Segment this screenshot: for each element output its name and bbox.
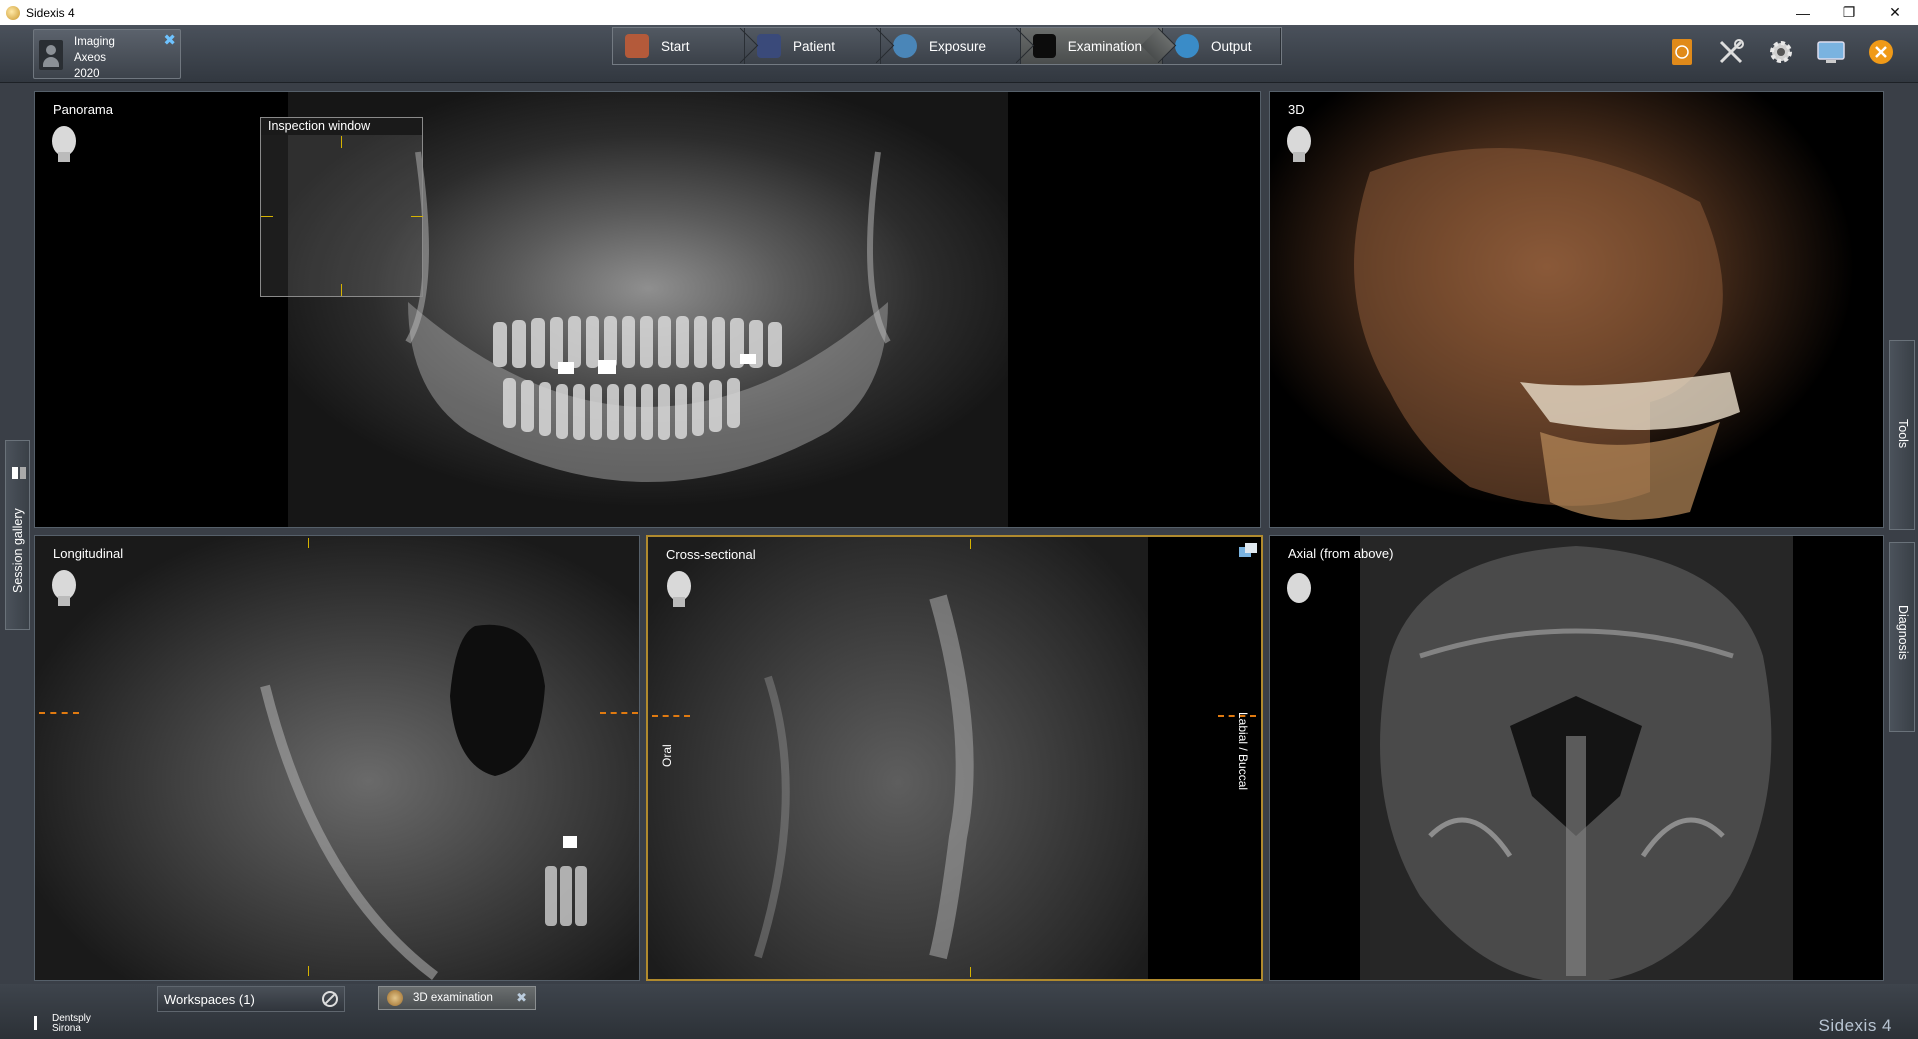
3d-examination-tab[interactable]: 3D examination ✖ xyxy=(378,986,536,1010)
longitudinal-label: Longitudinal xyxy=(53,546,124,561)
nav-step-examination[interactable]: Examination xyxy=(1021,28,1163,64)
house-icon xyxy=(625,34,649,58)
axial-image xyxy=(1360,536,1793,980)
inspection-window[interactable]: Inspection window xyxy=(260,117,423,297)
panorama-label: Panorama xyxy=(53,102,113,117)
workspace: Panorama Inspection window 3D Longitudin… xyxy=(30,88,1886,982)
brand-name: Dentsply Sirona xyxy=(52,1013,91,1034)
monitor-icon[interactable] xyxy=(1816,37,1846,67)
cross-sectional-view[interactable]: Cross-sectional Oral Labial / Buccal xyxy=(646,535,1263,981)
bookmark-icon[interactable] xyxy=(1666,37,1696,67)
person-icon xyxy=(757,34,781,58)
nav-step-start[interactable]: Start xyxy=(613,28,745,64)
longitudinal-view[interactable]: Longitudinal xyxy=(34,535,640,981)
tools-icon[interactable] xyxy=(1716,37,1746,67)
dentsply-logo-icon xyxy=(34,1016,46,1030)
nav-step-output[interactable]: Output xyxy=(1163,28,1281,64)
panorama-view[interactable]: Panorama Inspection window xyxy=(34,91,1261,528)
nav-step-exposure[interactable]: Exposure xyxy=(881,28,1021,64)
axial-view[interactable]: Axial (from above) xyxy=(1269,535,1884,981)
top-toolbar: Imaging Axeos 2020 ✖ Start Patient Exposur… xyxy=(0,25,1918,83)
tools-tab[interactable]: Tools xyxy=(1889,340,1915,530)
cross-sectional-label: Cross-sectional xyxy=(666,547,756,562)
oral-label: Oral xyxy=(660,744,674,767)
3d-view[interactable]: 3D xyxy=(1269,91,1884,528)
product-name: Sidexis 4 xyxy=(1818,1016,1892,1035)
title-bar: Sidexis 4 — ❐ ✕ xyxy=(0,0,1918,25)
bottom-bar: Workspaces (1) 3D examination ✖ Dentsply… xyxy=(0,984,1918,1039)
cross-sectional-image xyxy=(648,537,1148,979)
diagnosis-tab[interactable]: Diagnosis xyxy=(1889,542,1915,732)
diagnosis-label: Diagnosis xyxy=(1896,605,1910,660)
axial-label: Axial (from above) xyxy=(1288,546,1394,561)
3d-volume-render xyxy=(1270,92,1883,527)
gallery-icon xyxy=(12,467,26,479)
tools-label: Tools xyxy=(1896,419,1910,449)
head-orientation-icon[interactable] xyxy=(49,568,79,608)
close-app-icon[interactable] xyxy=(1866,37,1896,67)
nav-step-label: Examination xyxy=(1067,38,1142,54)
3d-examination-icon xyxy=(387,990,403,1006)
restore-button[interactable]: ❐ xyxy=(1826,0,1872,25)
head-orientation-icon[interactable] xyxy=(1284,568,1314,608)
inspection-window-title: Inspection window xyxy=(261,118,422,135)
head-orientation-icon[interactable] xyxy=(664,569,694,609)
nav-step-patient[interactable]: Patient xyxy=(745,28,881,64)
avatar xyxy=(39,40,63,70)
gear-icon[interactable] xyxy=(1766,37,1796,67)
close-tab-icon[interactable]: ✖ xyxy=(516,990,527,1006)
globe-icon xyxy=(1175,34,1199,58)
nav-step-label: Exposure xyxy=(929,38,987,54)
session-gallery-tab[interactable]: Session gallery xyxy=(5,440,30,630)
app-icon xyxy=(6,5,20,20)
session-tile[interactable]: Imaging Axeos 2020 ✖ xyxy=(33,29,181,80)
workflow-nav: Start Patient Exposure Examination Output xyxy=(612,27,1282,65)
nav-step-label: Output xyxy=(1211,38,1252,54)
3d-examination-label: 3D examination xyxy=(413,992,493,1004)
exposure-icon xyxy=(893,34,917,58)
head-orientation-icon[interactable] xyxy=(49,124,79,164)
nav-step-label: Patient xyxy=(793,38,836,54)
workspaces-button[interactable]: Workspaces (1) xyxy=(157,986,345,1012)
session-label: Imaging Axeos 2020 xyxy=(74,36,115,80)
pin-icon[interactable]: ✖ xyxy=(163,33,176,49)
minimize-button[interactable]: — xyxy=(1780,0,1826,25)
nav-step-label: Start xyxy=(661,38,690,54)
labial-buccal-label: Labial / Buccal xyxy=(1236,712,1250,791)
no-entry-icon[interactable] xyxy=(322,991,338,1007)
3d-label: 3D xyxy=(1288,102,1305,117)
workspaces-label: Workspaces (1) xyxy=(164,991,255,1007)
close-button[interactable]: ✕ xyxy=(1872,0,1918,25)
examination-icon xyxy=(1033,34,1056,58)
longitudinal-image xyxy=(35,536,639,980)
maximize-view-icon[interactable] xyxy=(1239,543,1257,557)
window-title: Sidexis 4 xyxy=(26,5,75,20)
head-orientation-icon[interactable] xyxy=(1284,124,1314,164)
session-gallery-label: Session gallery xyxy=(11,508,25,593)
